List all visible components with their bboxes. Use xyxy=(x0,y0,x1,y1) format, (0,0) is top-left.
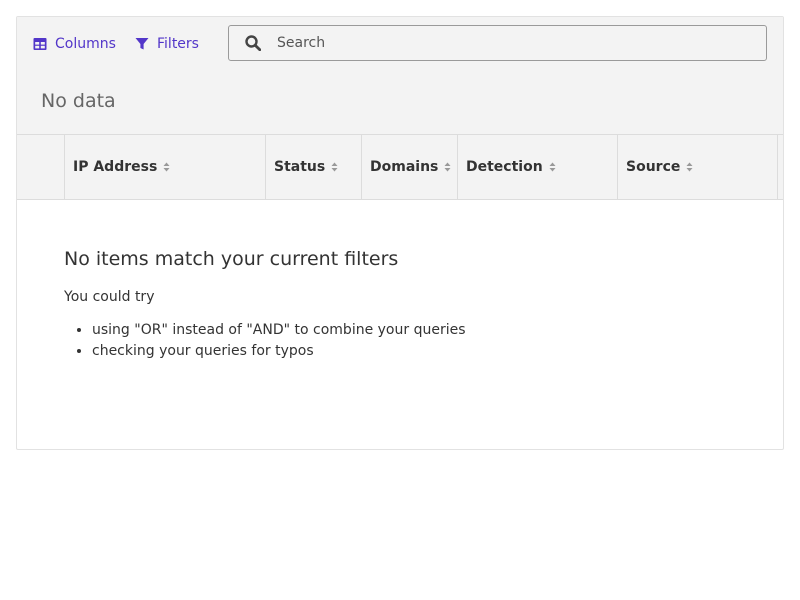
column-header-status[interactable]: Status xyxy=(266,135,362,199)
sort-caret-icon xyxy=(331,162,338,172)
list-item: checking your queries for typos xyxy=(92,341,664,362)
columns-button[interactable]: Columns xyxy=(33,34,116,54)
funnel-icon xyxy=(135,38,149,50)
empty-state: No items match your current filters You … xyxy=(64,248,664,362)
magnifier-icon xyxy=(245,35,261,51)
sort-caret-icon xyxy=(686,162,693,172)
table-panel: Columns Filters No data IP Address xyxy=(16,16,784,450)
column-header-detection[interactable]: Detection xyxy=(458,135,618,199)
column-header-domains[interactable]: Domains xyxy=(362,135,458,199)
column-header-source[interactable]: Source xyxy=(618,135,778,199)
search-input[interactable] xyxy=(277,28,737,58)
toolbar: Columns Filters No data xyxy=(17,17,783,134)
empty-state-subtitle: You could try xyxy=(64,289,155,305)
search-box[interactable] xyxy=(228,25,767,61)
filters-button[interactable]: Filters xyxy=(135,34,199,54)
suggestion-list: using "OR" instead of "AND" to combine y… xyxy=(64,320,664,362)
sort-caret-icon xyxy=(163,162,170,172)
columns-button-label: Columns xyxy=(55,36,116,52)
table-grid-icon xyxy=(33,38,47,50)
sort-caret-icon xyxy=(444,162,451,172)
column-header-ip-address[interactable]: IP Address xyxy=(65,135,266,199)
column-header-overflow xyxy=(778,135,783,199)
table-header-row: IP Address Status Domains Detection Sour… xyxy=(17,134,783,200)
column-header-select xyxy=(17,135,65,199)
list-item: using "OR" instead of "AND" to combine y… xyxy=(92,320,664,341)
sort-caret-icon xyxy=(549,162,556,172)
no-data-label: No data xyxy=(41,90,116,112)
empty-state-title: No items match your current filters xyxy=(64,248,399,270)
filters-button-label: Filters xyxy=(157,36,199,52)
